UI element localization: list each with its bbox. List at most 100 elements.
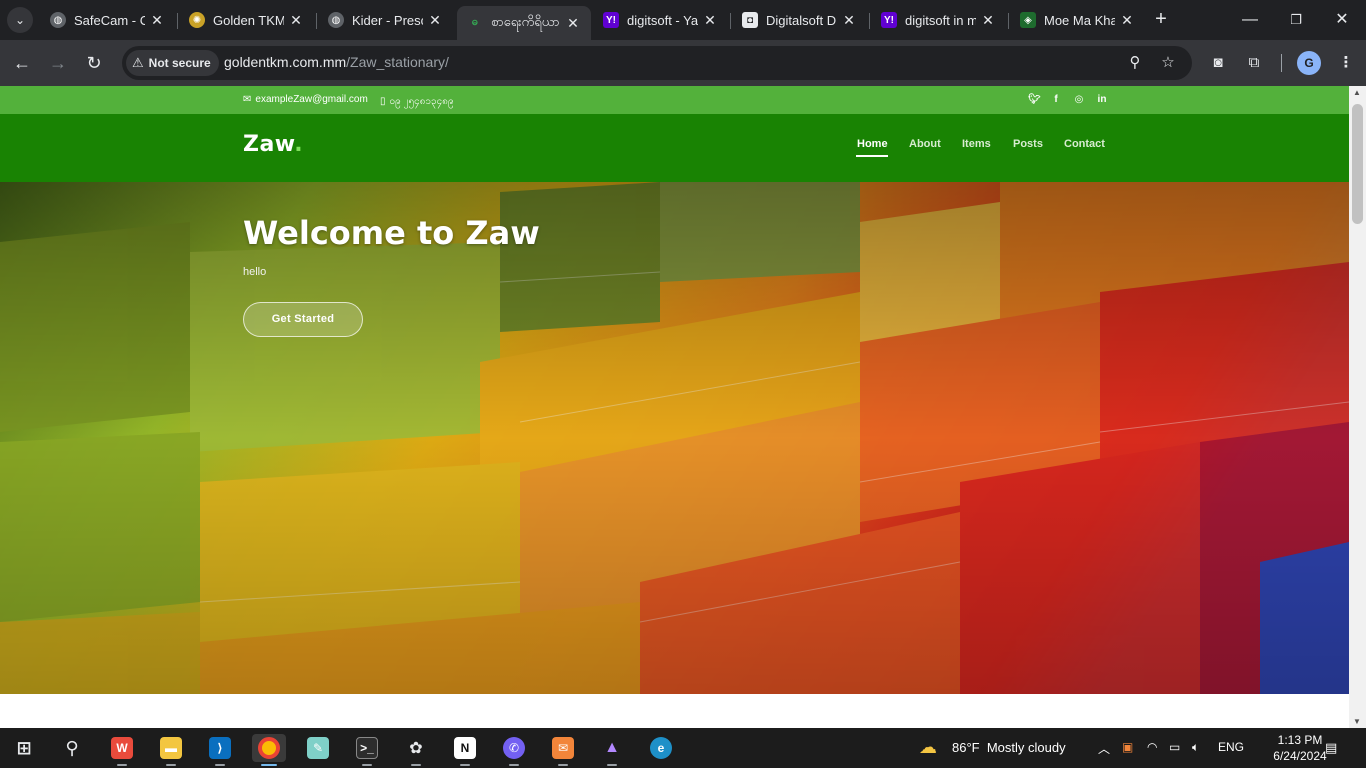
language-indicator[interactable]: ENG (1218, 740, 1244, 754)
contact-email[interactable]: ✉ exampleZaw@gmail.com (243, 94, 368, 105)
tab-title: Moe Ma Kha (1044, 12, 1115, 28)
close-icon[interactable]: ✕ (149, 12, 165, 29)
forward-icon[interactable]: → (46, 51, 70, 75)
tab-title: စာရေးကိရိယာ (491, 13, 560, 29)
security-label: Not secure (148, 56, 211, 70)
mountain-app-icon: ▲ (604, 739, 620, 756)
twitter-icon[interactable]: 🐦︎ (1028, 94, 1041, 106)
browser-toolbar: ← → ↻ ⚠ Not secure goldentkm.com.mm/Zaw_… (0, 40, 1366, 86)
scroll-down-icon[interactable]: ▼ (1353, 717, 1361, 726)
browser-tab-active[interactable]: ဓ စာရေးကိရိယာ ✕ (457, 6, 591, 40)
clock-date: 6/24/2024 (1273, 749, 1327, 763)
browser-tab[interactable]: Y! digitsoft in m ✕ (871, 4, 1006, 36)
taskbar-notepad[interactable]: ✎ (301, 734, 335, 762)
menu-kebab-icon[interactable]: ⋮ (1335, 52, 1357, 74)
back-icon[interactable]: ← (10, 51, 34, 75)
close-icon[interactable]: ✕ (565, 15, 581, 32)
weather-temp: 86°F (952, 740, 980, 755)
nav-about[interactable]: About (909, 138, 941, 150)
browser-tab[interactable]: ◍ SafeCam - C ✕ (40, 4, 175, 36)
taskbar-chrome[interactable] (252, 734, 286, 766)
browser-tab[interactable]: ◍ Kider - Presc ✕ (318, 4, 453, 36)
search-button[interactable]: ⚲ (55, 734, 89, 762)
volume-icon[interactable]: 🔈︎ (1192, 740, 1199, 755)
instagram-icon[interactable]: ◎ (1073, 94, 1085, 106)
taskbar-wps[interactable]: W (105, 734, 139, 766)
linkedin-icon[interactable]: in (1096, 94, 1108, 106)
close-icon[interactable]: ✕ (288, 12, 304, 29)
reload-icon[interactable]: ↻ (82, 51, 106, 75)
close-icon[interactable]: ✕ (841, 12, 857, 29)
site-logo[interactable]: Zaw. (243, 132, 303, 157)
close-icon[interactable]: ✕ (980, 12, 996, 29)
zoom-icon[interactable]: ⚲ (1125, 53, 1145, 73)
vscode-icon: ⟩ (209, 737, 231, 759)
new-tab-icon[interactable]: + (1151, 9, 1171, 29)
taskbar-app-orange[interactable]: ✉ (546, 734, 580, 766)
system-clock[interactable]: 1:13 PM 6/24/2024 (1270, 732, 1330, 764)
minimize-icon[interactable]: — (1238, 8, 1262, 32)
wifi-icon[interactable]: ◠ (1147, 740, 1157, 754)
scroll-up-icon[interactable]: ▲ (1353, 88, 1361, 97)
viber-icon: ✆ (503, 737, 525, 759)
edge-icon: e (650, 737, 672, 759)
taskbar-terminal[interactable]: >_ (350, 734, 384, 766)
page-scrollbar[interactable]: ▲ ▼ (1349, 86, 1366, 728)
moe-ma-kha-icon: ◈ (1020, 12, 1036, 28)
extensions-icon[interactable]: ⧉ (1243, 52, 1265, 74)
folder-icon: ▬ (160, 737, 182, 759)
windows-logo-icon: ⊞ (16, 737, 32, 758)
email-text: exampleZaw@gmail.com (255, 94, 368, 105)
mail-app-icon: ✉ (552, 737, 574, 759)
notification-icon[interactable]: ▤ (1325, 740, 1337, 756)
browser-tab[interactable]: Y! digitsoft - Ya ✕ (593, 4, 728, 36)
taskbar-edge[interactable]: e (644, 734, 678, 762)
close-icon[interactable]: ✕ (427, 12, 443, 29)
start-button[interactable]: ⊞ (7, 734, 41, 762)
weather-widget[interactable]: 86°F Mostly cloudy (952, 740, 1066, 755)
close-icon[interactable]: ✕ (1119, 12, 1135, 29)
taskbar-app-purple[interactable]: ▲ (595, 734, 629, 766)
restore-icon[interactable]: ❐ (1284, 8, 1308, 32)
battery-icon[interactable]: ▭ (1169, 740, 1180, 754)
tab-strip: ⌄ ◍ SafeCam - C ✕ ✺ Golden TKM ✕ ◍ Kider… (0, 0, 1366, 40)
bookmark-star-icon[interactable]: ☆ (1158, 53, 1178, 73)
url-text[interactable]: goldentkm.com.mm/Zaw_stationary/ (224, 54, 449, 70)
nav-posts[interactable]: Posts (1013, 138, 1043, 150)
browser-tab[interactable]: ✺ Golden TKM ✕ (179, 4, 314, 36)
tab-search-icon[interactable]: ⌄ (7, 7, 33, 33)
envelope-icon: ✉ (243, 94, 252, 105)
window-close-icon[interactable]: ✕ (1330, 8, 1354, 32)
weather-cloud-icon[interactable]: ☁ (919, 737, 937, 758)
taskbar-chatgpt[interactable]: ✿ (399, 734, 433, 766)
nav-items[interactable]: Items (962, 138, 991, 150)
url-host: goldentkm.com.mm (224, 54, 347, 70)
globe-icon: ◍ (50, 12, 66, 28)
facebook-icon[interactable]: f (1050, 94, 1062, 106)
search-icon: ⚲ (65, 737, 79, 758)
nav-home[interactable]: Home (857, 138, 888, 150)
hero-paper-shelves-image (0, 182, 1349, 694)
nav-contact[interactable]: Contact (1064, 138, 1105, 150)
scrollbar-thumb[interactable] (1352, 104, 1363, 224)
taskbar-notion[interactable]: N (448, 734, 482, 766)
tab-title: SafeCam - C (74, 12, 145, 28)
get-started-button[interactable]: Get Started (243, 302, 363, 337)
contact-phone[interactable]: ▯ ၀၉ ၂၅၄၈၁၃၄၈၉ (380, 94, 454, 109)
clock-time: 1:13 PM (1277, 733, 1323, 747)
browser-tab[interactable]: ◘ Digitalsoft D ✕ (732, 4, 867, 36)
url-path: /Zaw_stationary/ (346, 54, 449, 70)
browser-tab[interactable]: ◈ Moe Ma Kha ✕ (1010, 4, 1145, 36)
globe-icon: ◍ (328, 12, 344, 28)
tray-app-icon[interactable]: ▣ (1122, 740, 1133, 754)
close-icon[interactable]: ✕ (702, 12, 718, 29)
taskbar-viber[interactable]: ✆ (497, 734, 531, 766)
security-chip[interactable]: ⚠ Not secure (126, 50, 219, 76)
profile-avatar[interactable]: G (1297, 51, 1321, 75)
screenshot-camera-icon[interactable]: ◙ (1207, 52, 1229, 74)
address-bar[interactable]: ⚠ Not secure goldentkm.com.mm/Zaw_statio… (122, 46, 1192, 80)
taskbar-vscode[interactable]: ⟩ (203, 734, 237, 766)
tray-chevron-icon[interactable]: ︿ (1098, 740, 1110, 757)
taskbar-file-explorer[interactable]: ▬ (154, 734, 188, 766)
active-nav-underline (856, 155, 888, 157)
